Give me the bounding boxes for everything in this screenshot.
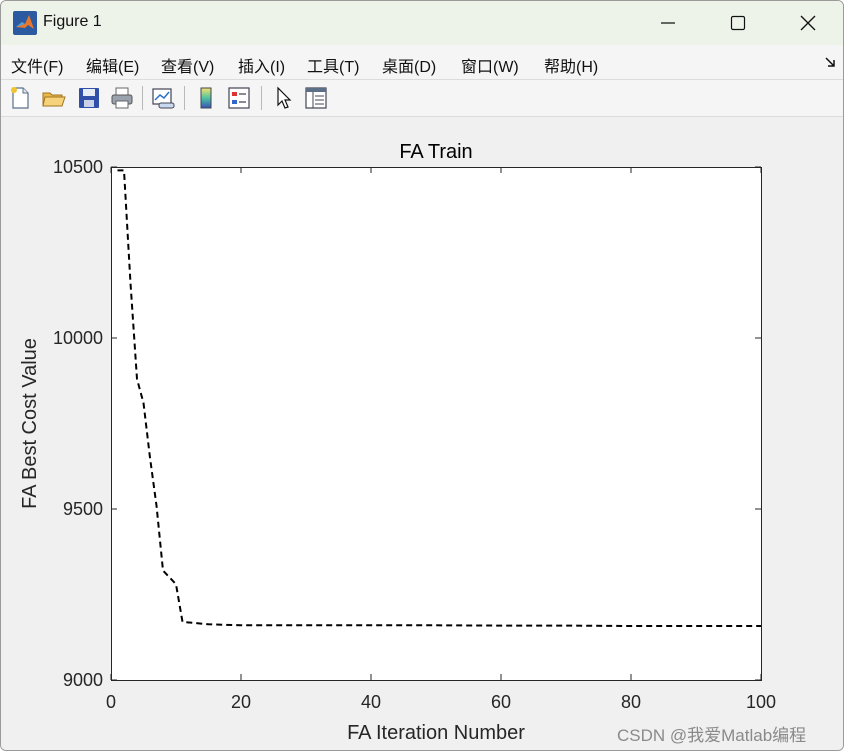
y-tick-label: 9500 — [63, 499, 103, 519]
chart-title: FA Train — [399, 141, 472, 163]
y-tick-labels: 9000 9500 10000 10500 — [53, 157, 103, 690]
x-tick-labels: 0 20 40 60 80 100 — [106, 692, 776, 712]
x-tick-label: 40 — [361, 692, 381, 712]
x-axis-label: FA Iteration Number — [347, 722, 525, 744]
y-tick-label: 9000 — [63, 670, 103, 690]
x-tick-label: 20 — [231, 692, 251, 712]
y-tick-label: 10500 — [53, 157, 103, 177]
chart[interactable]: 0 20 40 60 80 100 9000 9500 10000 10500 FA Train… — [0, 0, 844, 751]
y-axis-label: FA Best Cost Value — [19, 338, 41, 509]
y-tick-label: 10000 — [53, 328, 103, 348]
x-tick-label: 80 — [621, 692, 641, 712]
x-tick-label: 0 — [106, 692, 116, 712]
plot-area[interactable] — [111, 167, 761, 680]
x-tick-label: 60 — [491, 692, 511, 712]
watermark: CSDN @我爱Matlab编程 — [617, 726, 807, 745]
x-tick-label: 100 — [746, 692, 776, 712]
